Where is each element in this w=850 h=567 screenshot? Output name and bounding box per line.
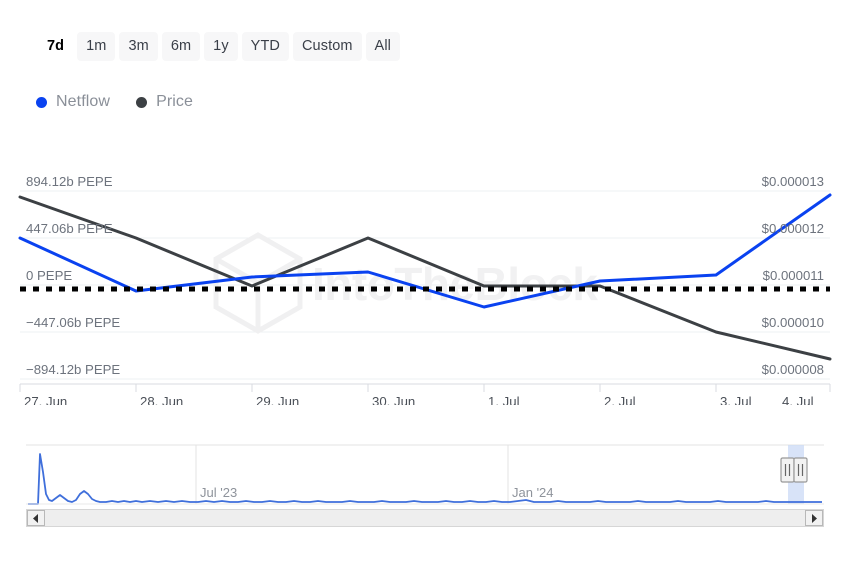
x-axis-tick-5: 2. Jul [604, 394, 636, 405]
range-option-1y[interactable]: 1y [204, 32, 238, 61]
right-axis-tick-1: $0.000012 [762, 221, 824, 236]
left-axis-tick-4: −894.12b PEPE [26, 362, 120, 377]
range-option-ytd[interactable]: YTD [242, 32, 289, 61]
right-axis-tick-4: $0.000008 [762, 362, 824, 377]
x-axis-tick-6: 3. Jul [720, 394, 752, 405]
x-axis-tick-0: 27. Jun [24, 394, 67, 405]
left-arrow-glyph [32, 514, 40, 523]
left-axis-tick-2: 0 PEPE [26, 268, 72, 283]
range-option-6m[interactable]: 6m [162, 32, 200, 61]
right-axis-tick-2: $0.000011 [763, 268, 824, 283]
navigator-handle-left[interactable] [781, 458, 794, 482]
range-option-all[interactable]: All [366, 32, 400, 61]
right-axis-tick-0: $0.000013 [762, 174, 824, 189]
range-option-7d[interactable]: 7d [38, 32, 73, 61]
navigator-scrollbar[interactable] [26, 509, 824, 527]
scroll-right-arrow-icon[interactable] [805, 510, 823, 526]
x-axis-tick-4: 1. Jul [488, 394, 520, 405]
chart-legend: Netflow Price [36, 93, 193, 111]
circle-marker-icon [36, 97, 47, 108]
circle-marker-icon [136, 97, 147, 108]
navigator-handle-right[interactable] [794, 458, 807, 482]
x-axis-tick-2: 29. Jun [256, 394, 299, 405]
range-selector[interactable]: 7d 1m 3m 6m 1y YTD Custom All [38, 32, 400, 61]
watermark-label: IntoTheBlock [312, 258, 598, 310]
range-option-3m[interactable]: 3m [119, 32, 157, 61]
navigator-label-1: Jan '24 [512, 485, 554, 500]
x-axis-tick-1: 28. Jun [140, 394, 183, 405]
main-chart[interactable]: IntoTheBlock 894.12b PEPE 447.06b PEPE 0… [0, 160, 850, 405]
range-option-1m[interactable]: 1m [77, 32, 115, 61]
right-axis-tick-3: $0.000010 [762, 315, 824, 330]
legend-label-price: Price [156, 93, 193, 111]
chart-canvas: IntoTheBlock 894.12b PEPE 447.06b PEPE 0… [0, 160, 850, 405]
legend-item-netflow[interactable]: Netflow [36, 93, 110, 111]
legend-label-netflow: Netflow [56, 93, 110, 111]
navigator-label-0: Jul '23 [200, 485, 237, 500]
scrollbar-track[interactable] [45, 510, 805, 526]
x-axis-tick-7: 4. Jul [782, 394, 814, 405]
left-axis-tick-0: 894.12b PEPE [26, 174, 113, 189]
x-axis-tick-3: 30. Jun [372, 394, 415, 405]
right-arrow-glyph [810, 514, 818, 523]
left-axis-tick-3: −447.06b PEPE [26, 315, 120, 330]
range-option-custom[interactable]: Custom [293, 32, 362, 61]
legend-item-price[interactable]: Price [136, 93, 193, 111]
navigator-series-line [28, 454, 822, 504]
left-axis-tick-1: 447.06b PEPE [26, 221, 113, 236]
x-axis [20, 384, 830, 392]
scroll-left-arrow-icon[interactable] [27, 510, 45, 526]
